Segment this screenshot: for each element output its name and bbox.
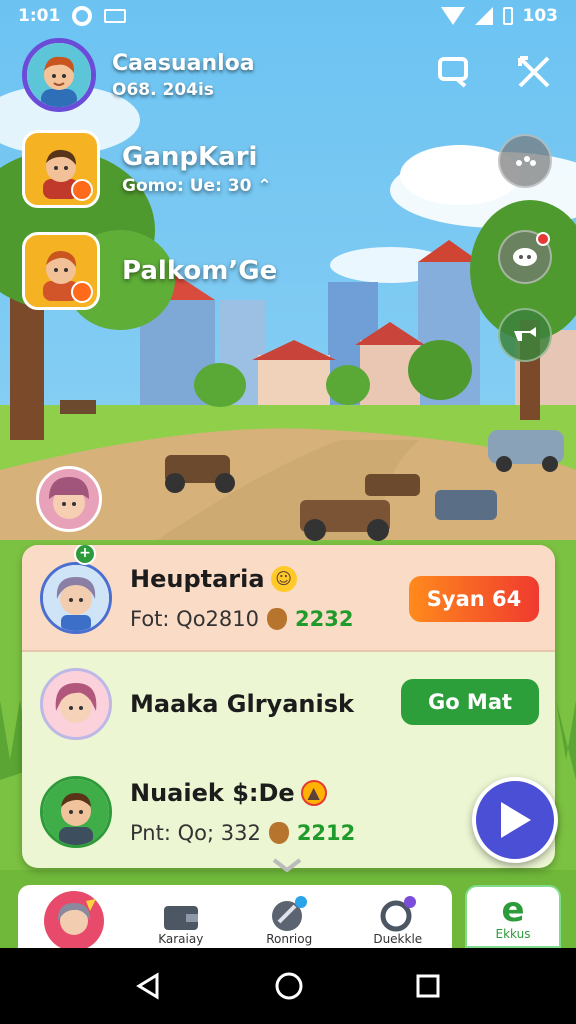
row-stat-value: 2212 <box>296 820 356 845</box>
nav-item-profile[interactable] <box>18 885 127 951</box>
player-avatar[interactable] <box>22 38 96 112</box>
acorn-icon <box>266 607 287 630</box>
recents-icon[interactable] <box>415 973 441 999</box>
horn-button[interactable] <box>498 308 552 362</box>
battery-text: 103 <box>522 6 559 26</box>
friend-avatar[interactable] <box>22 130 100 208</box>
play-button[interactable] <box>472 777 558 863</box>
mail-icon <box>104 9 127 23</box>
wifi-icon <box>440 7 465 25</box>
player-name: Caasuanloa <box>112 50 255 76</box>
boy-avatar-icon <box>27 43 91 107</box>
status-badge <box>71 281 93 303</box>
rocket-icon <box>272 896 308 931</box>
nav-avatar[interactable] <box>44 891 104 951</box>
system-nav-bar <box>0 948 576 1024</box>
speech-icon <box>516 156 536 166</box>
friend-entry[interactable]: Palkom’Ge <box>22 232 277 310</box>
girl-helmet-icon <box>49 477 89 519</box>
refresh-icon <box>380 896 416 932</box>
row-player-name: Nuaiek $:De <box>130 778 295 807</box>
nav-item-karaiay[interactable]: Karaiay <box>127 885 236 948</box>
chevron-down-icon[interactable] <box>272 858 302 872</box>
leaderboard-row[interactable]: + Heuptaria ☺ Fot: Qo2810 2232 Syan 64 <box>22 545 555 652</box>
shop-icon: e <box>501 889 525 930</box>
chat-icon[interactable] <box>434 52 474 92</box>
nav-item-duekkle[interactable]: Duekkle <box>344 885 453 948</box>
nav-label: Karaiay <box>158 932 204 946</box>
row-stat-label: Fot: Qo2810 <box>130 606 259 631</box>
leaderboard-row[interactable]: Maaka Glryanisk Go Mat <box>22 652 555 755</box>
swords-icon[interactable] <box>514 52 554 92</box>
wallet-icon <box>163 906 198 930</box>
status-bar: 1:01 103 <box>0 0 576 32</box>
row-stat-label: Pnt: Qo; 332 <box>130 820 261 845</box>
home-icon[interactable] <box>274 971 304 1001</box>
woman-avatar-icon <box>43 564 109 631</box>
row-player-name: Heuptaria <box>130 564 265 593</box>
nav-label: Ronriog <box>266 932 313 946</box>
horn-icon <box>514 327 536 341</box>
man-avatar-icon <box>43 778 109 845</box>
warning-emoji-icon: ▲ <box>300 779 327 806</box>
player-profile[interactable]: Caasuanloa O68. 204is <box>22 38 255 112</box>
notification-button[interactable] <box>498 230 552 284</box>
friend-avatar[interactable] <box>22 232 100 310</box>
nav-label: Duekkle <box>373 932 423 946</box>
row-action-button[interactable]: Go Mat <box>401 679 539 725</box>
circle-icon <box>72 6 93 26</box>
online-badge: + <box>74 545 96 565</box>
acorn-icon <box>268 821 289 844</box>
notification-icon <box>513 248 537 266</box>
friend-entry[interactable]: GanpKari Gomo: Ue: 30 ⌃ <box>22 130 272 208</box>
girl-avatar-icon <box>55 682 97 723</box>
npc-avatar[interactable] <box>36 466 102 532</box>
notification-dot <box>536 232 550 246</box>
smile-emoji-icon: ☺ <box>270 565 297 592</box>
bottom-nav: Karaiay Ronriog Duekkle <box>18 885 453 951</box>
player-avatar <box>40 775 112 848</box>
row-stat-value: 2232 <box>294 606 354 631</box>
status-badge <box>71 179 93 201</box>
row-action-button[interactable]: Syan 64 <box>409 576 539 622</box>
player-subtitle: O68. 204is <box>112 79 214 100</box>
speech-button[interactable] <box>498 134 552 188</box>
clock: 1:01 <box>18 6 61 26</box>
signal-icon <box>474 7 493 25</box>
friend-name: GanpKari <box>122 142 258 172</box>
row-player-name: Maaka Glryanisk <box>130 689 354 718</box>
nav-item-shop[interactable]: e Ekkus <box>465 885 561 948</box>
nav-label: Ekkus <box>495 926 531 941</box>
nav-item-ronriog[interactable]: Ronriog <box>235 885 344 948</box>
friend-subtitle: Gomo: Ue: 30 ⌃ <box>122 176 272 196</box>
battery-icon <box>502 7 513 25</box>
play-icon <box>501 802 531 838</box>
player-avatar <box>40 561 112 634</box>
friend-name: Palkom’Ge <box>122 256 278 286</box>
woman-avatar-icon <box>57 899 96 935</box>
player-avatar <box>40 667 112 740</box>
back-icon[interactable] <box>135 972 163 1000</box>
